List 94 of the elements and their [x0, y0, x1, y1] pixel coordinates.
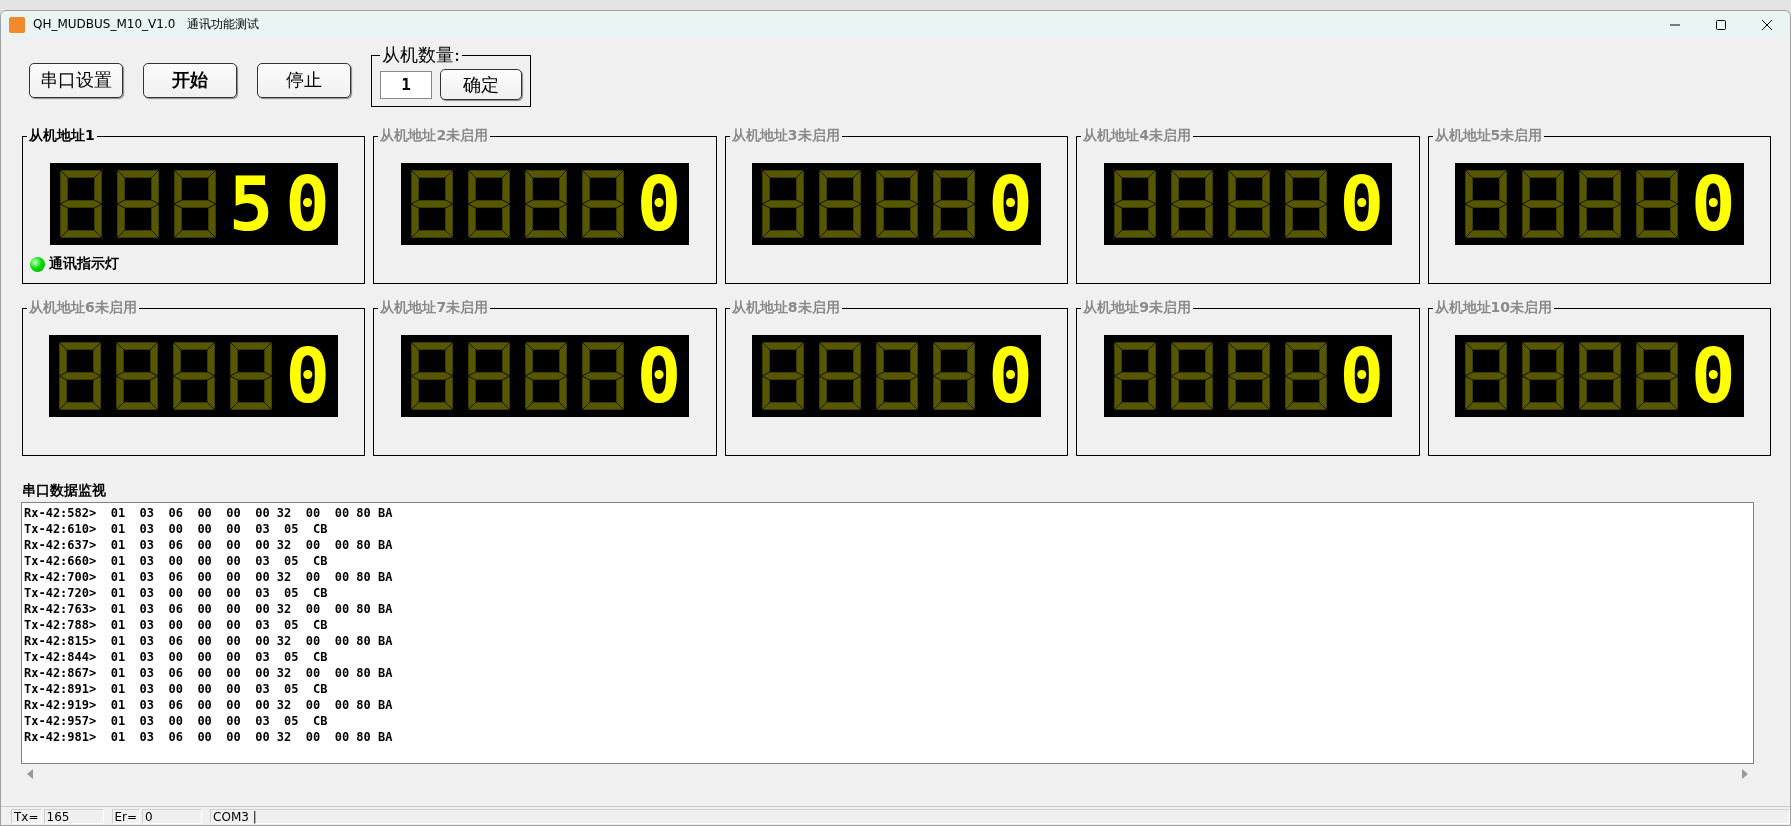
slave-count-input[interactable]: 1	[380, 70, 432, 99]
panel-title: 从机地址3未启用	[729, 127, 842, 145]
unlit-digit-icon	[1111, 168, 1158, 240]
display-value: 0	[1339, 340, 1397, 412]
unlit-digit-icon	[228, 340, 275, 412]
display-value: 0	[988, 168, 1045, 240]
log-line: Tx-42:844> 01 03 00 00 00 03 05 CB	[24, 649, 329, 665]
panel-title: 从机地址8未启用	[729, 299, 842, 317]
unlit-digit-icon	[579, 340, 626, 412]
unlit-digit-icon	[1577, 168, 1623, 240]
unlit-digit-icon	[579, 168, 626, 240]
unlit-digit-icon	[817, 168, 864, 240]
panel-title: 从机地址4未启用	[1081, 127, 1193, 145]
unlit-digit-icon	[171, 168, 218, 240]
close-icon	[1761, 19, 1773, 30]
unlit-digit-icon	[1168, 340, 1215, 412]
display-value: 0	[1691, 168, 1748, 240]
unlit-digit-icon	[817, 340, 864, 412]
unlit-digit-icon	[1634, 168, 1680, 240]
unlit-digit-icon	[1168, 168, 1215, 240]
indicator-label: 通讯指示灯	[49, 255, 119, 273]
log-line: Rx-42:815> 01 03 06 00 00 00 32 00 00 80 BA	[24, 633, 394, 649]
maximize-icon	[1715, 19, 1727, 30]
log-line: Tx-42:720> 01 03 00 00 00 03 05 CB	[24, 585, 329, 601]
unlit-digit-icon	[931, 340, 978, 412]
log-line: Rx-42:700> 01 03 06 00 00 00 32 00 00 80 BA	[24, 569, 394, 585]
serial-monitor-textbox[interactable]	[21, 502, 1754, 764]
unlit-digit-icon	[1225, 168, 1272, 240]
display-value: 0	[285, 340, 342, 412]
log-line: Rx-42:637> 01 03 06 00 00 00 32 00 00 80 BA	[24, 537, 394, 553]
panel-title: 从机地址7未启用	[378, 299, 491, 317]
panel-title: 从机地址6未启用	[27, 299, 139, 317]
display-value: 0	[636, 168, 694, 240]
unlit-digit-icon	[408, 340, 455, 412]
unlit-digit-icon	[1463, 340, 1509, 412]
toolbar-button[interactable]: 停止	[257, 62, 351, 98]
display-value: 0	[1339, 168, 1397, 240]
unlit-digit-icon	[1520, 168, 1566, 240]
unlit-digit-icon	[171, 340, 218, 412]
slave-count-label: 从机数量:	[381, 43, 462, 67]
confirm-button[interactable]: 确定	[440, 69, 522, 100]
panel-title: 从机地址10未启用	[1432, 299, 1555, 317]
unlit-digit-icon	[874, 168, 921, 240]
scroll-right-icon[interactable]	[1742, 769, 1748, 779]
log-line: Rx-42:867> 01 03 06 00 00 00 32 00 00 80 BA	[24, 665, 394, 681]
unlit-digit-icon	[1577, 340, 1623, 412]
status-label: Tx=	[11, 808, 42, 824]
log-line: Tx-42:788> 01 03 00 00 00 03 05 CB	[24, 617, 329, 633]
status-value: COM3 |	[210, 808, 1790, 824]
log-line: Tx-42:891> 01 03 00 00 00 03 05 CB	[24, 681, 329, 697]
unlit-digit-icon	[1463, 168, 1509, 240]
display-value: 0	[988, 340, 1045, 412]
unlit-digit-icon	[408, 168, 455, 240]
unlit-digit-icon	[522, 168, 569, 240]
app-icon	[9, 16, 25, 33]
unlit-digit-icon	[1282, 168, 1329, 240]
unlit-digit-icon	[465, 340, 512, 412]
scroll-left-icon[interactable]	[27, 769, 33, 779]
log-line: Rx-42:582> 01 03 06 00 00 00 32 00 00 80 BA	[24, 505, 394, 521]
panel-title: 从机地址5未启用	[1432, 127, 1545, 145]
panel-title: 从机地址1	[27, 127, 97, 145]
unlit-digit-icon	[114, 168, 161, 240]
unlit-digit-icon	[1634, 340, 1680, 412]
log-line: Tx-42:610> 01 03 00 00 00 03 05 CB	[24, 521, 329, 537]
toolbar-button[interactable]: 串口设置	[29, 62, 123, 98]
unlit-digit-icon	[1520, 340, 1566, 412]
log-line: Rx-42:919> 01 03 06 00 00 00 32 00 00 80 BA	[24, 697, 394, 713]
unlit-digit-icon	[57, 340, 104, 412]
window-title: QH_MUDBUS_M10_V1.0 通讯功能测试	[33, 16, 260, 33]
log-line: Tx-42:957> 01 03 00 00 00 03 05 CB	[24, 713, 329, 729]
unlit-digit-icon	[931, 168, 978, 240]
unlit-digit-icon	[1225, 340, 1272, 412]
unlit-digit-icon	[57, 168, 104, 240]
log-line: Rx-42:763> 01 03 06 00 00 00 32 00 00 80 BA	[24, 601, 394, 617]
status-value: 165	[43, 808, 104, 824]
unlit-digit-icon	[114, 340, 161, 412]
toolbar-button[interactable]: 开始	[143, 62, 237, 98]
log-line: Rx-42:981> 01 03 06 00 00 00 32 00 00 80 BA	[24, 729, 394, 745]
unlit-digit-icon	[1111, 340, 1158, 412]
monitor-label: 串口数据监视	[21, 481, 107, 500]
panel-title: 从机地址2未启用	[378, 127, 491, 145]
unlit-digit-icon	[874, 340, 921, 412]
unlit-digit-icon	[760, 168, 807, 240]
display-value: 0	[1691, 340, 1748, 412]
log-line: Tx-42:660> 01 03 00 00 00 03 05 CB	[24, 553, 329, 569]
panel-title: 从机地址9未启用	[1081, 299, 1193, 317]
display-value: 50	[228, 168, 342, 240]
status-label: Er=	[111, 808, 141, 824]
display-value: 0	[636, 340, 694, 412]
unlit-digit-icon	[1282, 340, 1329, 412]
status-value: 0	[142, 808, 203, 824]
unlit-digit-icon	[760, 340, 807, 412]
unlit-digit-icon	[522, 340, 569, 412]
unlit-digit-icon	[465, 168, 512, 240]
